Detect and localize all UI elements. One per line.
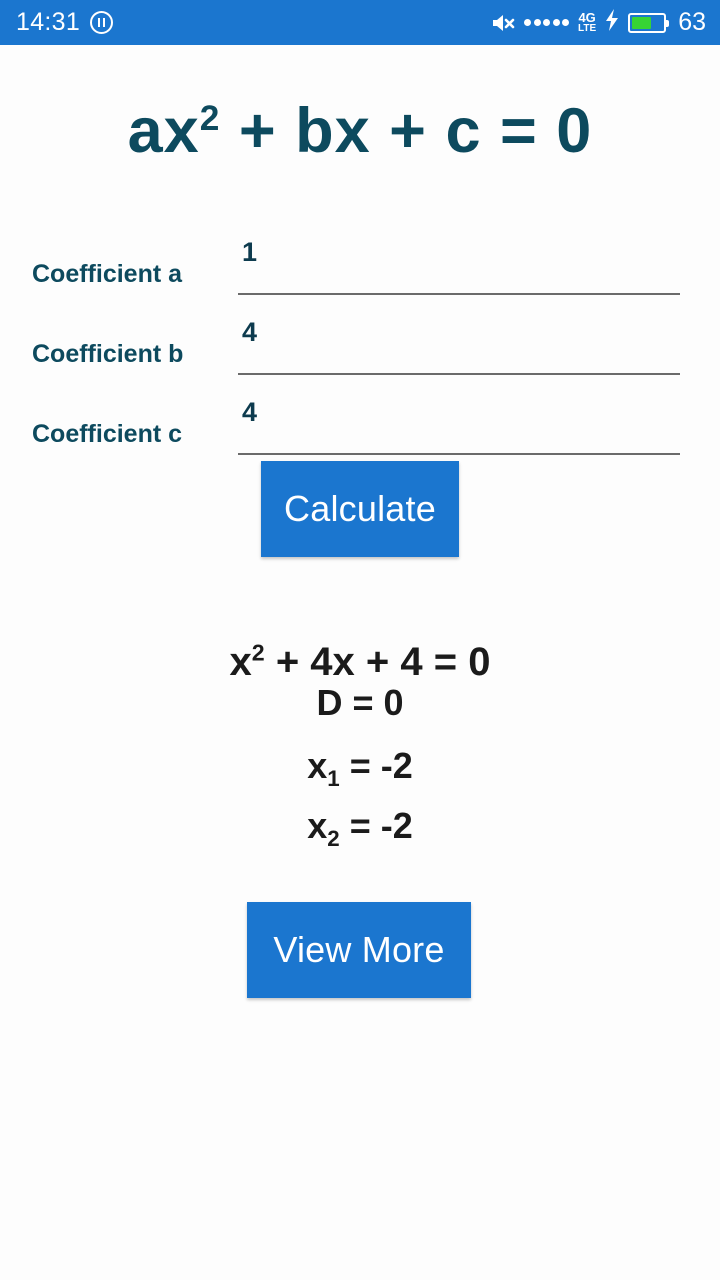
charging-bolt-icon	[605, 9, 619, 36]
status-bar-right: 4G LTE 63	[491, 9, 706, 36]
status-bar-left: 14:31	[16, 8, 114, 36]
coefficient-a-input[interactable]	[242, 237, 662, 268]
coefficient-b-input-wrap[interactable]	[238, 317, 680, 375]
battery-icon	[628, 12, 670, 33]
result-root-1-value: = -2	[339, 745, 413, 786]
result-root-2-var: x	[307, 805, 328, 846]
result-equation-rest: + 4x + 4 = 0	[264, 640, 491, 684]
signal-strength-icon	[524, 19, 570, 26]
status-bar: 14:31 4G LTE 63	[0, 0, 720, 45]
calculate-button[interactable]: Calculate	[261, 461, 459, 557]
view-more-button[interactable]: View More	[247, 902, 471, 998]
page-title-exponent: 2	[199, 99, 221, 138]
coefficient-b-label: Coefficient b	[32, 340, 184, 368]
result-root-1-subscript: 1	[327, 766, 340, 792]
result-root-2-value: = -2	[339, 805, 413, 846]
result-equation: x2 + 4x + 4 = 0	[0, 640, 720, 685]
coefficient-c-label: Coefficient c	[32, 420, 183, 448]
network-type-secondary: LTE	[578, 22, 597, 34]
coefficient-c-input[interactable]	[242, 397, 662, 428]
coefficient-c-input-wrap[interactable]	[238, 397, 680, 455]
result-root-2: x2 = -2	[0, 805, 720, 850]
coefficient-a-label: Coefficient a	[32, 260, 183, 288]
result-root-1: x1 = -2	[0, 745, 720, 790]
result-root-2-subscript: 2	[327, 826, 340, 852]
result-equation-base: x	[229, 640, 252, 684]
app-content: ax2 + bx + c = 0 Coefficient a Coefficie…	[0, 45, 720, 1280]
network-type-indicator: 4G LTE	[578, 10, 597, 34]
page-title: ax2 + bx + c = 0	[0, 95, 720, 167]
coefficient-a-row: Coefficient a	[0, 233, 720, 295]
do-not-disturb-icon	[90, 11, 114, 34]
coefficient-b-input[interactable]	[242, 317, 662, 348]
battery-fill	[632, 16, 652, 29]
coefficient-c-row: Coefficient c	[0, 393, 720, 455]
status-clock: 14:31	[16, 8, 81, 36]
battery-percent-label: 63	[678, 8, 706, 36]
page-title-prefix: ax	[127, 96, 200, 166]
result-equation-exponent: 2	[251, 639, 265, 666]
result-root-1-var: x	[307, 745, 328, 786]
coefficient-a-input-wrap[interactable]	[238, 237, 680, 295]
result-discriminant: D = 0	[316, 682, 404, 723]
page-title-suffix: + bx + c = 0	[220, 96, 593, 166]
volume-mute-icon	[491, 12, 515, 34]
coefficient-b-row: Coefficient b	[0, 313, 720, 375]
